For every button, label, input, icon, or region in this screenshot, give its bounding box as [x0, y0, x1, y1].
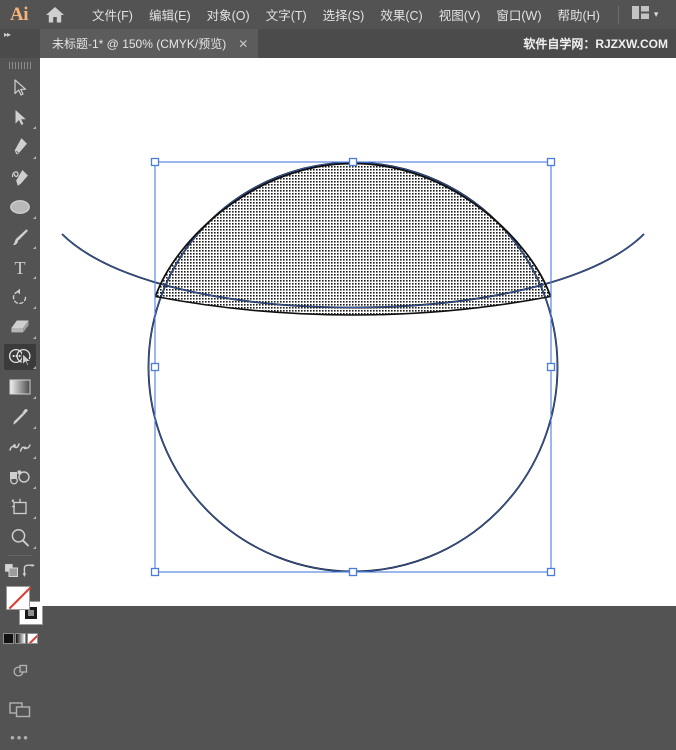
- toolbar-separator: [0, 555, 40, 562]
- tool-flyout-indicator: [33, 276, 36, 279]
- color-mode-none[interactable]: [27, 633, 38, 644]
- eraser-tool[interactable]: [0, 312, 40, 342]
- color-mode-row: [0, 630, 40, 646]
- menu-select[interactable]: 选择(S): [315, 1, 373, 28]
- handle-top-left: [152, 159, 159, 166]
- tool-flyout-indicator: [33, 486, 36, 489]
- tool-flyout-indicator: [33, 546, 36, 549]
- tool-flyout-indicator: [33, 426, 36, 429]
- tool-flyout-indicator: [33, 246, 36, 249]
- tools-panel: ▸▸: [0, 29, 40, 606]
- tool-flyout-indicator: [33, 336, 36, 339]
- tool-flyout-indicator: [33, 366, 36, 369]
- color-mode-solid[interactable]: [3, 633, 14, 644]
- eyedropper-tool[interactable]: [0, 402, 40, 432]
- tool-list: T: [0, 72, 40, 750]
- menu-edit[interactable]: 编辑(E): [141, 1, 199, 28]
- pen-tool[interactable]: [0, 132, 40, 162]
- watermark-text: 软件自学网：RJZXW.COM: [523, 29, 668, 58]
- lens-shape[interactable]: [156, 164, 551, 316]
- tool-flyout-indicator: [33, 516, 36, 519]
- menu-object[interactable]: 对象(O): [199, 1, 258, 28]
- menu-type[interactable]: 文字(T): [258, 1, 315, 28]
- menu-divider: [618, 6, 619, 24]
- artwork-svg: [40, 58, 676, 606]
- tool-flyout-indicator: [33, 456, 36, 459]
- tool-flyout-indicator: [33, 156, 36, 159]
- handle-bottom-right: [548, 569, 555, 576]
- tools-panel-grip[interactable]: [0, 58, 40, 72]
- handle-bottom-left: [152, 569, 159, 576]
- handle-top-right: [548, 159, 555, 166]
- more-tools-icon[interactable]: •••: [0, 724, 40, 750]
- menu-view[interactable]: 视图(V): [431, 1, 489, 28]
- menu-file[interactable]: 文件(F): [84, 1, 141, 28]
- ellipse-tool[interactable]: [0, 192, 40, 222]
- tool-flyout-indicator: [33, 126, 36, 129]
- type-tool[interactable]: T: [0, 252, 40, 282]
- fill-swatch[interactable]: [6, 586, 30, 610]
- curvature-tool[interactable]: [0, 162, 40, 192]
- home-icon[interactable]: [38, 0, 72, 29]
- color-mode-gradient[interactable]: [15, 633, 26, 644]
- handle-middle-left: [152, 364, 159, 371]
- handle-bottom-center: [350, 569, 357, 576]
- default-fill-stroke-icon[interactable]: [4, 563, 19, 583]
- swap-fill-stroke-icon[interactable]: [22, 564, 36, 582]
- screen-mode-icon[interactable]: [0, 694, 40, 724]
- tool-flyout-indicator: [33, 306, 36, 309]
- menu-effect[interactable]: 效果(C): [372, 1, 430, 28]
- tool-flyout-indicator: [33, 216, 36, 219]
- tool-flyout-indicator: [33, 396, 36, 399]
- handle-top-center: [350, 159, 357, 166]
- app-logo-icon: Ai: [0, 0, 38, 29]
- document-tab-bar: 未标题-1* @ 150% (CMYK/预览) ✕ 软件自学网：RJZXW.CO…: [0, 29, 676, 58]
- handle-middle-right: [548, 364, 555, 371]
- document-canvas[interactable]: [40, 58, 676, 606]
- blend-tool[interactable]: [0, 432, 40, 462]
- document-tab-title: 未标题-1* @ 150% (CMYK/预览): [52, 35, 226, 52]
- illustrator-window: Ai 文件(F) 编辑(E) 对象(O) 文字(T) 选择(S) 效果(C) 视…: [0, 0, 676, 606]
- workspace-grid-icon: [632, 6, 649, 24]
- symbol-sprayer-tool[interactable]: [0, 462, 40, 492]
- workspace-switcher[interactable]: ▾: [627, 3, 664, 27]
- menu-bar: Ai 文件(F) 编辑(E) 对象(O) 文字(T) 选择(S) 效果(C) 视…: [0, 0, 676, 29]
- artboard-tool[interactable]: [0, 492, 40, 522]
- selection-tool[interactable]: [0, 72, 40, 102]
- chevron-down-icon: ▾: [654, 10, 659, 19]
- menu-help[interactable]: 帮助(H): [550, 1, 608, 28]
- shape-builder-tool[interactable]: [0, 342, 40, 372]
- zoom-tool[interactable]: [0, 522, 40, 552]
- menu-items: 文件(F) 编辑(E) 对象(O) 文字(T) 选择(S) 效果(C) 视图(V…: [84, 1, 663, 28]
- fill-stroke-controls: [0, 562, 40, 584]
- collapse-panel-icon[interactable]: ▸▸: [0, 29, 40, 39]
- close-icon[interactable]: ✕: [236, 38, 250, 50]
- direct-selection-tool[interactable]: [0, 102, 40, 132]
- document-tab[interactable]: 未标题-1* @ 150% (CMYK/预览) ✕: [40, 29, 258, 58]
- drawing-mode-icon[interactable]: [0, 656, 40, 686]
- tools-panel-header[interactable]: ▸▸: [0, 29, 40, 58]
- gradient-tool[interactable]: [0, 372, 40, 402]
- rotate-tool[interactable]: [0, 282, 40, 312]
- fill-stroke-swatches: [0, 584, 40, 630]
- svg-text:T: T: [15, 259, 26, 276]
- paintbrush-tool[interactable]: [0, 222, 40, 252]
- menu-window[interactable]: 窗口(W): [488, 1, 549, 28]
